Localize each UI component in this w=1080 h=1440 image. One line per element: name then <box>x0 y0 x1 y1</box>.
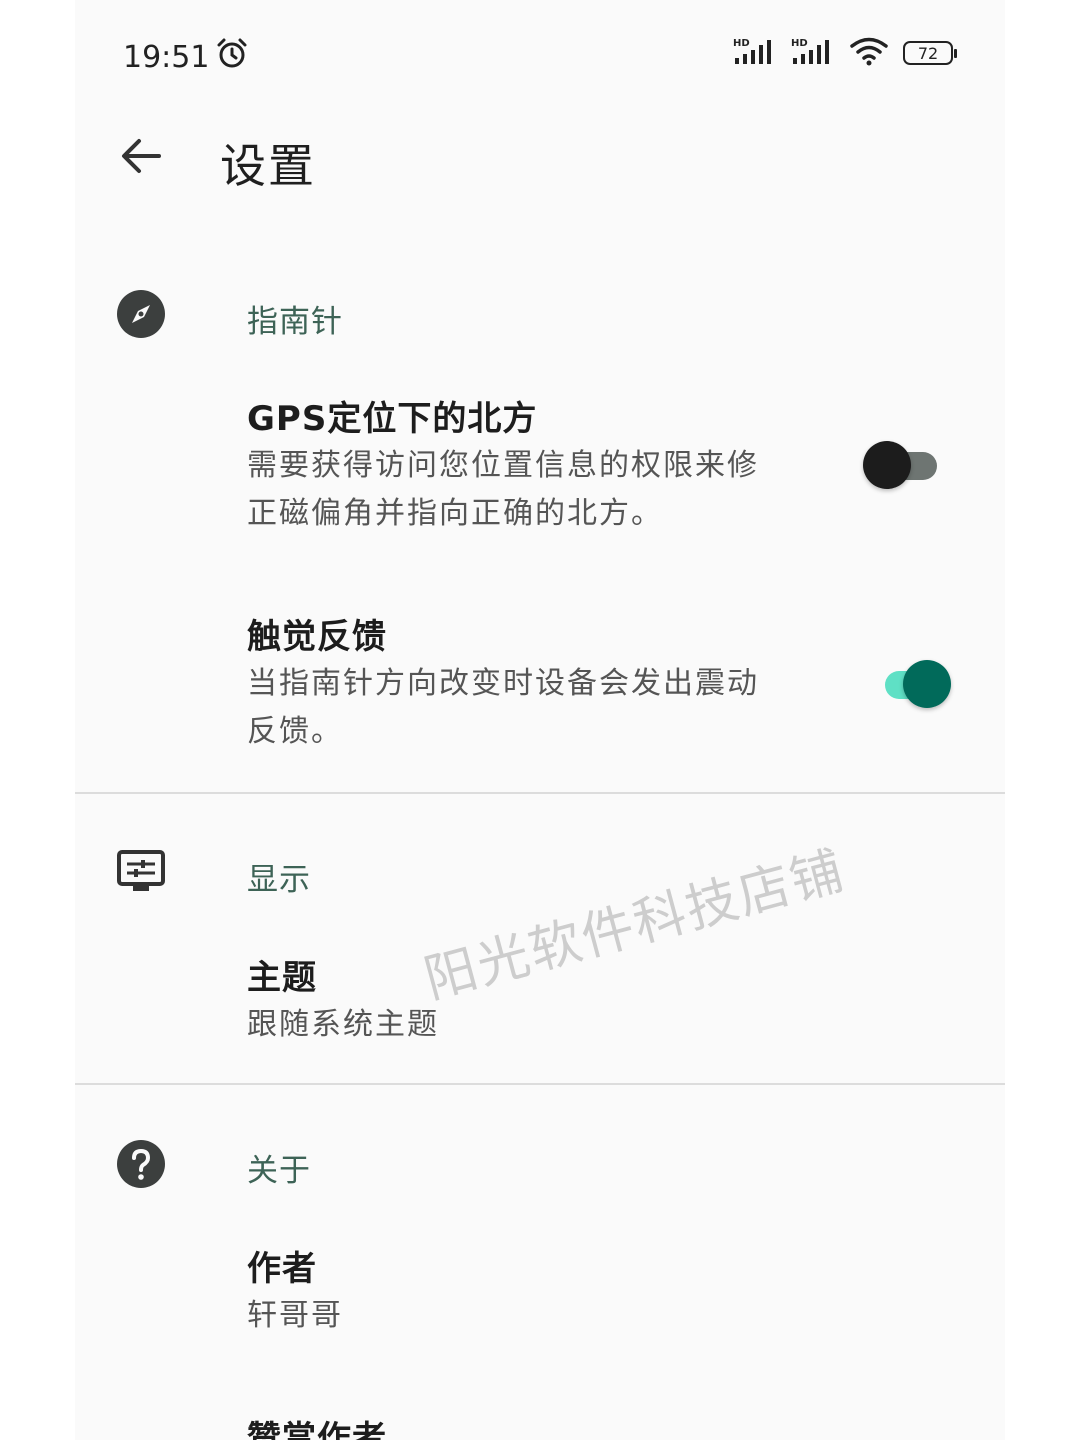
display-settings-icon <box>117 848 165 896</box>
status-time: 19:51 <box>123 39 210 75</box>
pref-summary: 反馈。 <box>247 714 343 749</box>
pref-title: 作者 <box>247 1249 317 1289</box>
pref-summary: 跟随系统主题 <box>247 1007 439 1042</box>
section-title-about: 关于 <box>247 1153 311 1189</box>
compass-icon <box>117 290 165 338</box>
settings-screen: 19:51 HD HD 72 设置 指南针 GPS定位下的北方 需要获得访问您位… <box>75 0 1005 1440</box>
pref-summary: 正磁偏角并指向正确的北方。 <box>247 496 663 531</box>
pref-summary: 需要获得访问您位置信息的权限来修 <box>247 448 759 483</box>
pref-gps-north[interactable]: GPS定位下的北方 需要获得访问您位置信息的权限来修 正磁偏角并指向正确的北方。 <box>247 396 807 538</box>
back-button[interactable] <box>113 130 169 186</box>
svg-text:HD: HD <box>733 38 750 49</box>
pref-title: 主题 <box>247 958 317 998</box>
section-title-display: 显示 <box>247 862 311 898</box>
page-title: 设置 <box>220 139 316 193</box>
svg-text:HD: HD <box>791 38 808 49</box>
arrow-left-icon <box>119 134 163 182</box>
pref-title: 触觉反馈 <box>247 617 387 657</box>
section-title-compass: 指南针 <box>247 304 343 340</box>
pref-summary: 当指南针方向改变时设备会发出震动 <box>247 666 759 701</box>
battery-level: 72 <box>917 43 939 63</box>
section-divider <box>75 792 1005 794</box>
pref-author[interactable]: 作者 轩哥哥 <box>247 1246 807 1340</box>
switch-thumb <box>863 441 911 489</box>
hd-signal-icon: HD <box>733 36 777 70</box>
pref-theme[interactable]: 主题 跟随系统主题 <box>247 955 807 1049</box>
pref-haptic-feedback[interactable]: 触觉反馈 当指南针方向改变时设备会发出震动 反馈。 <box>247 614 807 756</box>
pref-title: GPS定位下的北方 <box>247 399 538 439</box>
alarm-icon <box>215 36 249 78</box>
wifi-icon <box>849 36 889 70</box>
pref-donate-author[interactable]: 赞赏作者 <box>247 1416 807 1440</box>
help-icon <box>117 1140 165 1188</box>
pref-summary: 轩哥哥 <box>247 1298 343 1333</box>
haptic-feedback-switch[interactable] <box>875 659 951 709</box>
status-bar-icons: HD HD 72 <box>733 36 957 70</box>
section-divider <box>75 1083 1005 1085</box>
gps-north-switch[interactable] <box>863 440 939 490</box>
switch-thumb <box>903 660 951 708</box>
battery-icon: 72 <box>903 41 957 65</box>
pref-title: 赞赏作者 <box>247 1419 387 1440</box>
hd-signal-icon: HD <box>791 36 835 70</box>
status-bar-time-group: 19:51 <box>123 36 249 78</box>
